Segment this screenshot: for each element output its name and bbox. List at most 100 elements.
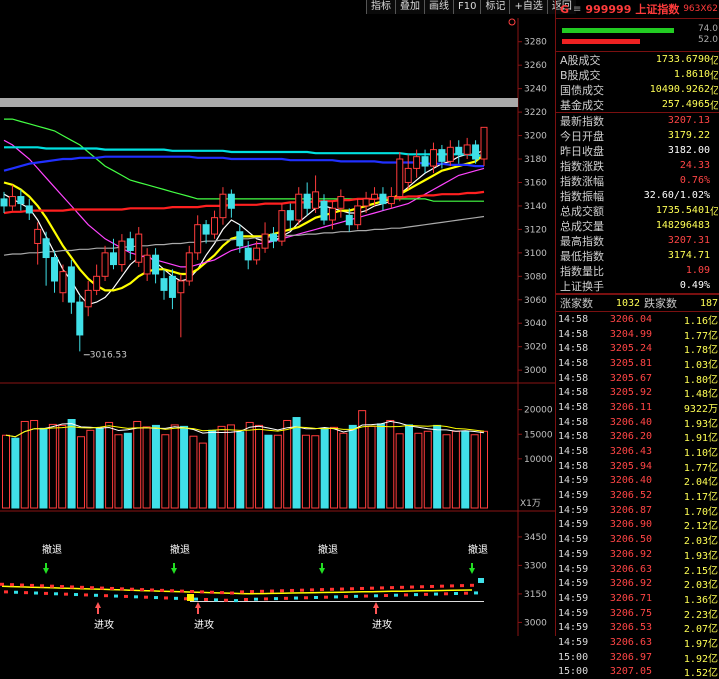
tick-list[interactable]: 14:583206.041.16亿14:583204.991.77亿14:583… [556,312,719,679]
price-tick-label: 3140 [524,202,547,212]
signal-dot [34,592,38,595]
signal-dot [414,593,418,596]
signal-dot [40,584,44,587]
stat-label: B股成交 [560,67,601,83]
f10-button[interactable]: F10 [453,0,480,14]
mark-button[interactable]: 标记 [480,0,509,14]
signal-dot [64,593,68,596]
tick-price: 3206.87 [602,505,652,516]
stat-label: 昨日收盘 [560,143,604,159]
group-label: G [560,3,569,16]
tick-time: 14:58 [558,314,602,325]
candle-body [94,276,100,290]
tick-price: 3206.40 [602,417,652,428]
signal-dot [440,585,444,588]
stat-unit: 亿 [710,203,718,218]
price-tick-label: 3160 [524,178,547,188]
signal-dot [230,592,234,595]
tick-time: 14:58 [558,343,602,354]
signal-dot [144,596,148,599]
signal-dot [270,590,274,593]
tick-price: 3206.53 [602,622,652,633]
signal-dot [44,592,48,595]
buy-signal-label: 进攻 [372,618,392,631]
candle-body [245,248,251,260]
stat-row: 最新指数3207.13 [556,113,719,128]
candle-body [186,253,192,281]
signal-dot [54,592,58,595]
draw-line-button[interactable]: 画线 [424,0,453,14]
candle-body [270,234,276,241]
signal-dot [354,595,358,598]
signal-dot [114,595,118,598]
signal-dot [134,595,138,598]
low-marker-label: 3016.53 [90,351,127,361]
signal-dot [474,591,478,594]
signal-dot [394,594,398,597]
candle-body [329,208,335,220]
signal-dot [74,593,78,596]
tick-price: 3206.04 [602,314,652,325]
volume-bar [481,431,488,508]
volume-bar [424,431,431,508]
signal-dot [384,594,388,597]
tick-volume: 1.78亿 [684,341,718,356]
candle-body [136,234,142,262]
tick-volume: 1.03亿 [684,356,718,371]
tick-time: 14:59 [558,475,602,486]
stat-label: 最高指数 [560,233,604,249]
ratio-value-red: 52.0 [698,35,718,45]
candle-body [127,239,133,251]
tick-row: 14:593206.631.97亿 [556,635,719,650]
volume-bar [293,418,300,508]
volume-bar [377,424,384,508]
candle-body [228,194,234,208]
tick-row: 14:593206.402.04亿 [556,474,719,489]
add-watchlist-button[interactable]: +自选 [509,0,546,14]
kline-chart-area[interactable]: 3016.53 撤退进攻撤退进攻撤退进攻撤退 32803260324032203… [0,0,555,636]
signal-dot [314,596,318,599]
tick-row: 14:593206.632.15亿 [556,562,719,577]
candle-body [414,157,420,169]
indicator-button[interactable]: 指标 [366,0,395,14]
signal-dot [470,584,474,587]
candle-body [110,253,116,265]
signal-dot [120,587,124,590]
signal-dot [84,593,88,596]
menu-icon[interactable]: ≡ [573,4,581,15]
tick-row: 14:593206.521.17亿 [556,488,719,503]
signal-dot [380,586,384,589]
signal-dot [70,585,74,588]
ma-line-5 [4,157,484,171]
volume-bar [452,431,459,508]
candle-body [304,194,310,208]
volume-bar [190,436,197,508]
signal-dot [374,594,378,597]
signal-dot [364,595,368,598]
tick-volume: 2.03亿 [684,532,718,547]
stat-value: 148296483 [656,220,710,231]
candle-body [439,150,445,162]
signal-dot [204,598,208,601]
overlay-button[interactable]: 叠加 [395,0,424,14]
signal-dot [140,588,144,591]
ratio-bar-green [562,28,674,33]
volume-bar [181,426,188,508]
tick-volume: 2.07亿 [684,620,718,635]
tick-row: 14:583205.941.77亿 [556,459,719,474]
signal-dot [260,590,264,593]
signal-dot [294,597,298,600]
stat-row: B股成交1.8610亿 [556,67,719,82]
tick-time: 14:59 [558,608,602,619]
signal-dot [430,585,434,588]
tick-volume: 1.52亿 [684,664,718,679]
tick-row: 14:583206.401.93亿 [556,415,719,430]
stat-unit: 亿 [710,97,718,112]
candle-body [481,127,487,159]
price-tick-label: 3120 [524,225,547,235]
stock-name: 上证指数 [635,1,679,17]
tick-volume: 1.36亿 [684,591,718,606]
stat-row: 最高指数3207.31 [556,233,719,248]
signal-dot [154,596,158,599]
tick-price: 3206.50 [602,534,652,545]
